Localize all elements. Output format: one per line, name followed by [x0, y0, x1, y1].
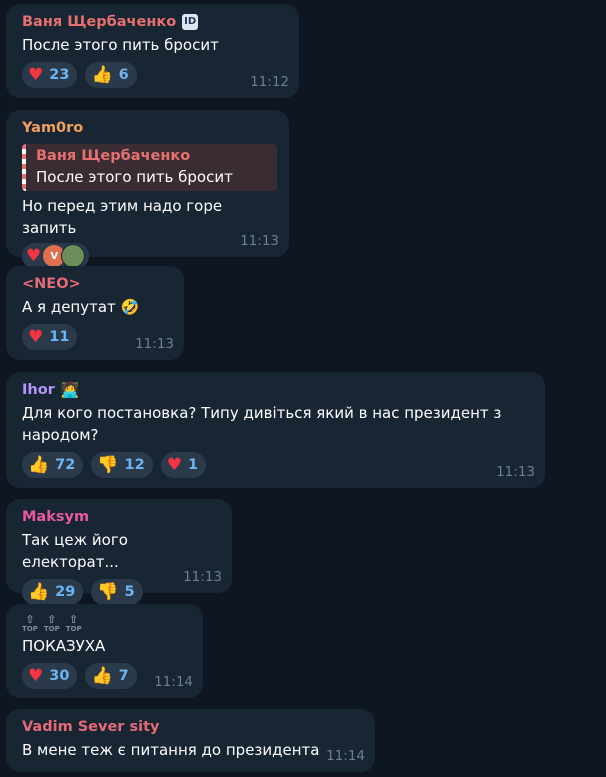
thumbs-up-icon: 👍: [91, 64, 113, 85]
reaction-count: 6: [118, 67, 129, 83]
message-author[interactable]: Ihor 🧑‍💻: [22, 380, 533, 400]
message-author[interactable]: <NEO>: [22, 274, 172, 294]
reaction-heart[interactable]: ♥ 23: [22, 62, 78, 88]
reply-text: После этого пить бросит: [36, 168, 233, 186]
reaction-count: 23: [49, 67, 70, 83]
message-text: Но перед этим надо горе запить: [22, 197, 223, 237]
message-author[interactable]: Maksym: [22, 507, 220, 527]
reaction-count: 1: [187, 457, 199, 473]
heart-icon: ♥: [28, 326, 44, 347]
reaction-heart[interactable]: ♥ 11: [22, 324, 78, 350]
message-author[interactable]: Ваня Щербаченко ID: [22, 12, 287, 32]
reaction-thumbs-down[interactable]: 👎 5: [91, 579, 143, 605]
message-time: 11:14: [154, 674, 193, 690]
reaction-thumbs-up[interactable]: 👍 72: [22, 452, 84, 478]
top-badge: ⇧ TOP: [22, 614, 38, 633]
reaction-thumbs-up[interactable]: 👍 29: [22, 579, 84, 605]
author-name[interactable]: <NEO>: [22, 274, 81, 294]
reply-quote[interactable]: Ваня Щербаченко После этого пить бросит: [22, 144, 277, 191]
author-name[interactable]: Maksym: [22, 507, 89, 527]
message-author[interactable]: Vadim Sever sity: [22, 717, 363, 737]
message-bubble[interactable]: ⇧ TOP ⇧ TOP ⇧ TOP ПОКАЗУХА ♥ 30 👍 7 11:1…: [6, 604, 203, 698]
message-text: Для кого постановка? Типу дивіться який …: [22, 404, 502, 444]
message-author[interactable]: Yam0ro: [22, 118, 277, 138]
author-name[interactable]: Vadim Sever sity: [22, 717, 159, 737]
message-time: 11:13: [240, 233, 279, 249]
top-badge: ⇧ TOP: [44, 614, 60, 633]
up-arrow-icon: ⇧: [25, 613, 35, 626]
reactions-row: 👍 72 👎 12 ♥ 1: [22, 452, 533, 478]
author-top-badges: ⇧ TOP ⇧ TOP ⇧ TOP: [22, 614, 191, 633]
message-text: В мене теж є питання до президента: [22, 741, 320, 759]
top-badge-label: TOP: [22, 625, 38, 633]
thumbs-up-icon: 👍: [91, 665, 113, 686]
message-text: После этого пить бросит: [22, 36, 219, 54]
up-arrow-icon: ⇧: [47, 613, 57, 626]
reply-author: Ваня Щербаченко: [36, 148, 191, 164]
author-badge-icon: ID: [182, 14, 199, 30]
reaction-count: 72: [55, 457, 76, 473]
message-time: 11:13: [496, 464, 535, 480]
message-bubble[interactable]: Ваня Щербаченко ID После этого пить брос…: [6, 4, 299, 98]
author-name[interactable]: Ваня Щербаченко: [22, 12, 176, 32]
message-text: ПОКАЗУХА: [22, 637, 106, 655]
message-time: 11:13: [135, 336, 174, 352]
author-name[interactable]: Yam0ro: [22, 118, 83, 138]
author-name[interactable]: Ihor: [22, 380, 55, 400]
up-arrow-icon: ⇧: [69, 613, 79, 626]
message-time: 11:14: [326, 748, 365, 764]
thumbs-down-icon: 👎: [97, 581, 119, 602]
message-time: 11:13: [183, 569, 222, 585]
reactions-row: ♥ 23 👍 6: [22, 62, 287, 88]
message-bubble[interactable]: Ihor 🧑‍💻 Для кого постановка? Типу дивіт…: [6, 372, 545, 488]
reaction-heart[interactable]: ♥ 30: [22, 663, 78, 689]
reactor-avatar: [61, 244, 86, 268]
top-badge-label: TOP: [65, 625, 82, 633]
thumbs-up-icon: 👍: [28, 581, 50, 602]
message-bubble[interactable]: Vadim Sever sity В мене теж є питання до…: [6, 709, 375, 772]
heart-icon: ♥: [166, 454, 182, 475]
thumbs-down-icon: 👎: [97, 454, 119, 475]
reaction-count: 30: [49, 668, 70, 684]
message-bubble[interactable]: <NEO> А я депутат 🤣 ♥ 11 11:13: [6, 266, 184, 360]
thumbs-up-icon: 👍: [28, 454, 50, 475]
message-text: Так цеж його електорат...: [22, 531, 128, 571]
author-emoji-badge-icon: 🧑‍💻: [60, 381, 80, 399]
reaction-thumbs-up[interactable]: 👍 7: [85, 663, 137, 689]
reaction-count: 29: [55, 584, 76, 600]
reaction-heart[interactable]: ♥ 1: [160, 452, 207, 478]
reaction-thumbs-up[interactable]: 👍 6: [85, 62, 137, 88]
reaction-count: 7: [118, 668, 129, 684]
message-bubble[interactable]: Yam0ro Ваня Щербаченко После этого пить …: [6, 110, 289, 269]
reaction-count: 5: [124, 584, 135, 600]
top-badge-label: TOP: [43, 625, 60, 633]
message-text: А я депутат 🤣: [22, 298, 140, 316]
top-badge: ⇧ TOP: [66, 614, 82, 633]
heart-icon: ♥: [28, 665, 44, 686]
message-time: 11:12: [250, 74, 289, 90]
message-bubble[interactable]: Maksym Так цеж його електорат... 👍 29 👎 …: [6, 499, 232, 605]
heart-icon: ♥: [28, 64, 44, 85]
reaction-thumbs-down[interactable]: 👎 12: [91, 452, 153, 478]
reaction-count: 11: [49, 329, 70, 345]
heart-icon: ♥: [26, 245, 42, 266]
reaction-count: 12: [124, 457, 145, 473]
